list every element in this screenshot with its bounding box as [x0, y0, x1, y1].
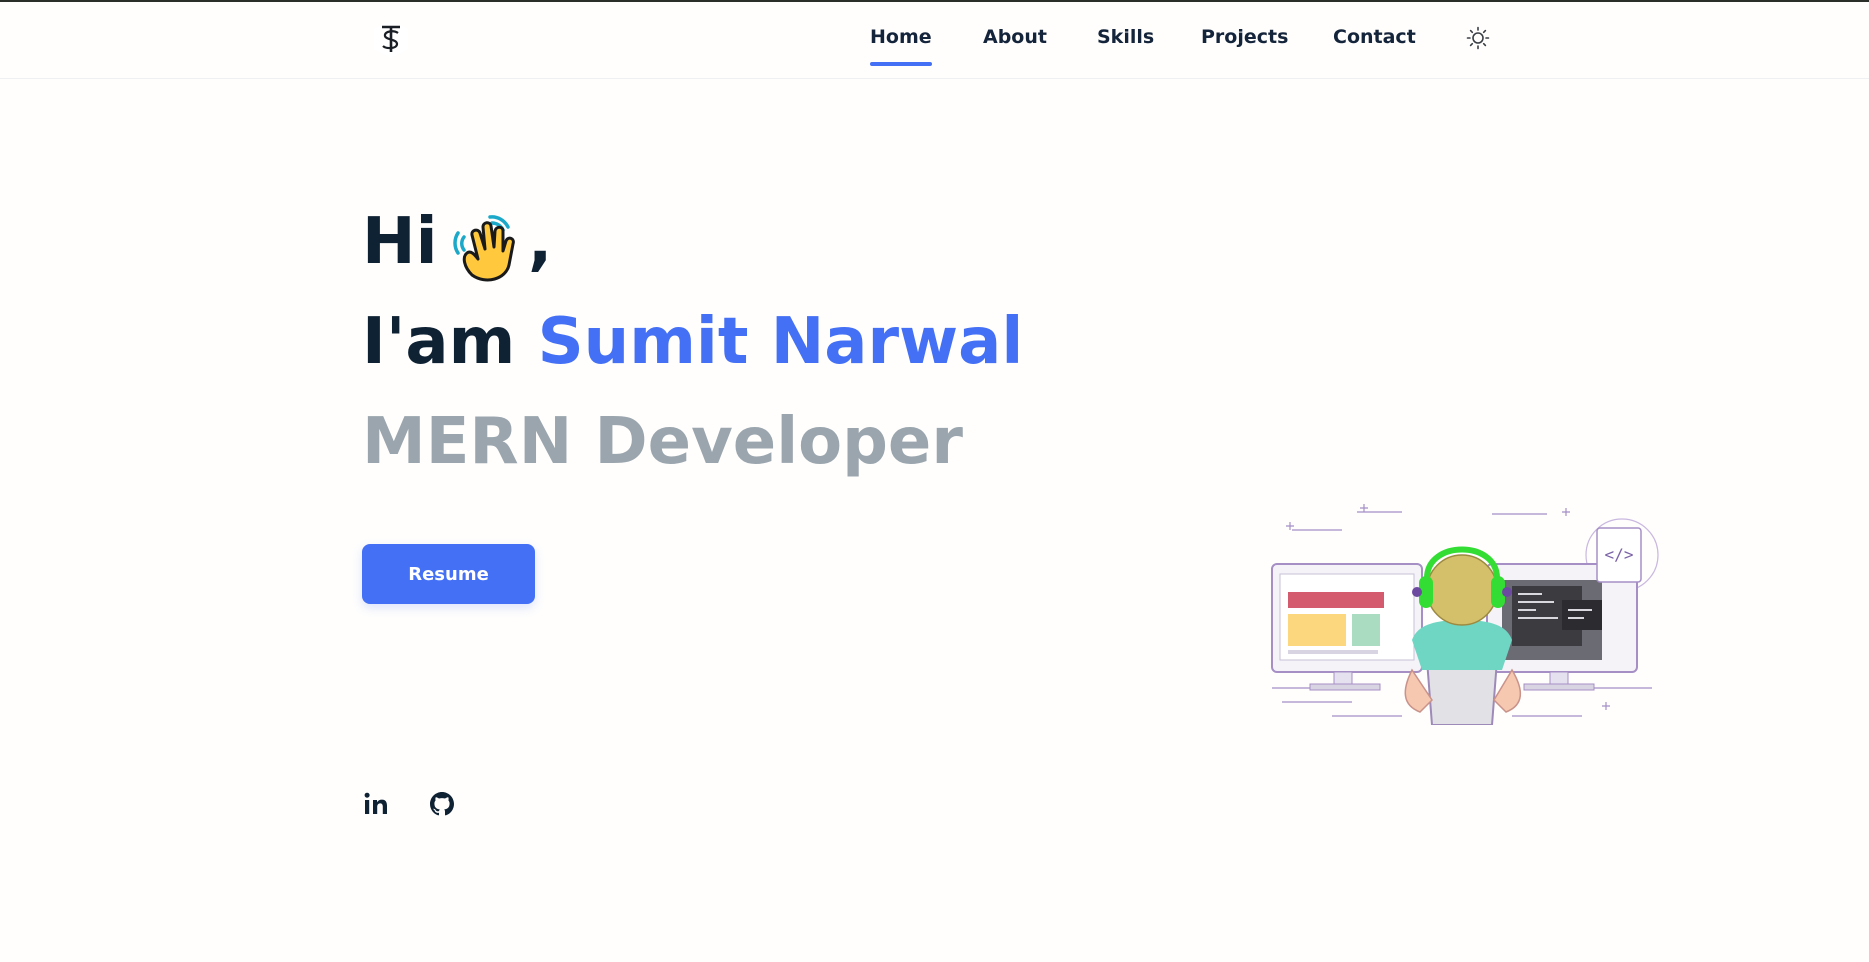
- svg-text:</>: </>: [1605, 545, 1634, 564]
- role-title: MERN Developer: [362, 405, 963, 479]
- greeting-comma: ,: [528, 205, 553, 279]
- developer-at-desk-illustration: </>: [1271, 504, 1659, 725]
- waving-hand-icon: [453, 215, 515, 282]
- resume-button[interactable]: Resume: [362, 544, 535, 604]
- greeting-text: Hi: [362, 205, 438, 279]
- nav-projects[interactable]: Projects: [1201, 26, 1288, 48]
- site-header: Home About Skills Projects Contact: [0, 2, 1869, 79]
- intro-prefix: I'am: [362, 305, 516, 379]
- developer-name: Sumit Narwal: [537, 305, 1024, 379]
- nav-skills[interactable]: Skills: [1097, 26, 1154, 48]
- linkedin-icon[interactable]: [362, 790, 390, 818]
- intro-line: I'am Sumit Narwal: [362, 305, 1023, 379]
- nav-contact[interactable]: Contact: [1333, 26, 1416, 48]
- ts-monogram-logo[interactable]: [374, 20, 408, 58]
- nav-home[interactable]: Home: [870, 26, 932, 66]
- github-icon[interactable]: [428, 790, 456, 818]
- nav-about[interactable]: About: [983, 26, 1047, 48]
- sun-icon[interactable]: [1466, 26, 1490, 50]
